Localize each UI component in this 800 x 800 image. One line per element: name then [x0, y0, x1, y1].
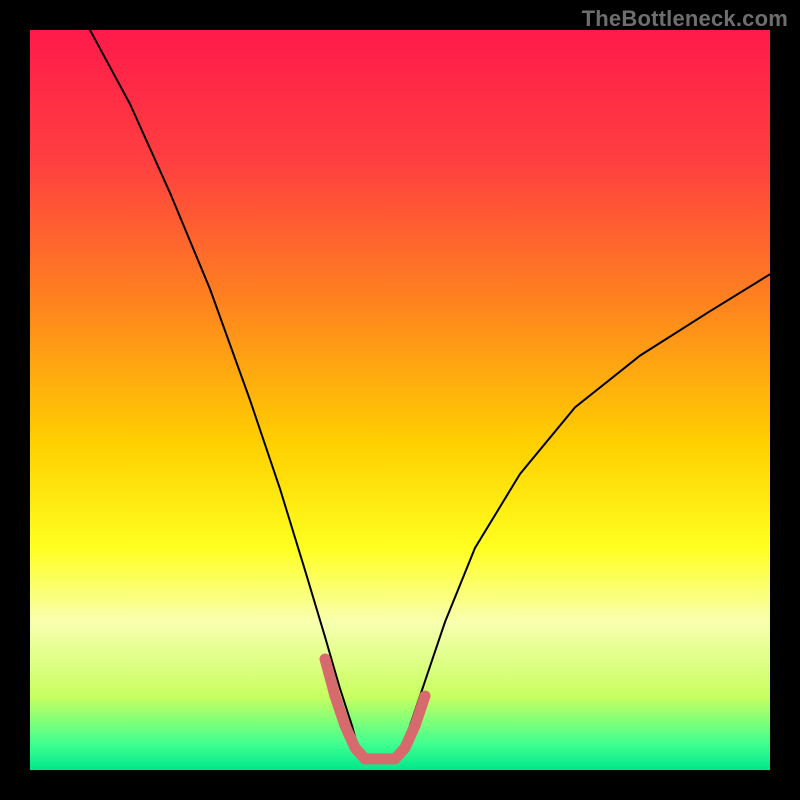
- watermark: TheBottleneck.com: [582, 6, 788, 32]
- curves-layer: [30, 30, 770, 770]
- frame: TheBottleneck.com: [0, 0, 800, 800]
- valley-highlight: [325, 659, 425, 759]
- left-curve: [90, 30, 360, 755]
- plot-area: [30, 30, 770, 770]
- right-curve: [400, 274, 770, 755]
